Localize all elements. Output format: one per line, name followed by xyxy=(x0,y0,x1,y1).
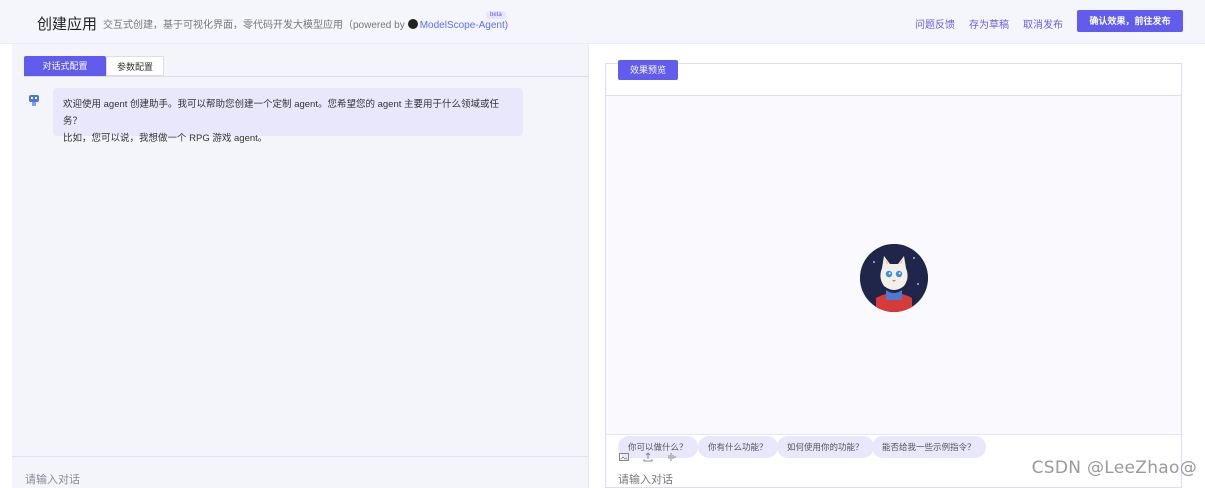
suggestion-chip[interactable]: 你有什么功能？ xyxy=(698,436,778,458)
preview-chat-input[interactable]: 请输入对话 xyxy=(618,471,673,487)
beta-badge: beta xyxy=(486,11,506,19)
preview-panel: 效果预览 你可以做什么？ 你有什么功能？ 如何使用你的功能？ 能否给我一些示例指… xyxy=(605,60,1182,488)
watermark-text: CSDN @LeeZhao@ xyxy=(1031,458,1197,478)
tab-divider xyxy=(24,76,589,77)
suggestion-chip[interactable]: 你可以做什么？ xyxy=(618,436,698,458)
input-divider xyxy=(12,456,589,457)
github-icon xyxy=(407,19,418,29)
cat-avatar-icon xyxy=(860,244,928,312)
file-upload-icon[interactable] xyxy=(643,452,653,462)
bot-avatar-icon xyxy=(29,95,39,106)
tools-divider xyxy=(606,434,1181,435)
audio-icon[interactable] xyxy=(666,452,676,462)
chat-input[interactable]: 请输入对话 xyxy=(25,471,80,487)
subtitle-text: 交互式创建，基于可视化界面，零代码开发大模型应用（powered by xyxy=(103,20,405,31)
tab-chat-config[interactable]: 对话式配置 xyxy=(24,56,106,76)
page-subtitle: 交互式创建，基于可视化界面，零代码开发大模型应用（powered by Model… xyxy=(103,16,508,31)
image-upload-icon[interactable] xyxy=(619,452,629,462)
config-panel: 对话式配置 参数配置 欢迎使用 agent 创建助手。我可以帮助您创建一个定制 … xyxy=(12,44,589,488)
modelscope-agent-link[interactable]: ModelScope-Agent) xyxy=(420,20,508,31)
publish-button[interactable]: 确认效果，前往发布 xyxy=(1077,10,1183,32)
suggestion-chip[interactable]: 如何使用你的功能？ xyxy=(777,436,874,458)
cancel-publish-link[interactable]: 取消发布 xyxy=(1023,16,1063,31)
preview-chat-area: 你可以做什么？ 你有什么功能？ 如何使用你的功能？ 能否给我一些示例指令？ xyxy=(606,96,1181,458)
tab-param-config[interactable]: 参数配置 xyxy=(106,56,164,76)
agent-avatar xyxy=(860,244,928,312)
message-line-1: 欢迎使用 agent 创建助手。我可以帮助您创建一个定制 agent。您希望您的… xyxy=(63,99,500,127)
assistant-message: 欢迎使用 agent 创建助手。我可以帮助您创建一个定制 agent。您希望您的… xyxy=(53,88,523,144)
suggestion-chip[interactable]: 能否给我一些示例指令？ xyxy=(872,436,986,458)
app-header: 创建应用 交互式创建，基于可视化界面，零代码开发大模型应用（powered by… xyxy=(0,0,1205,44)
save-draft-link[interactable]: 存为草稿 xyxy=(969,16,1009,31)
page-title: 创建应用 xyxy=(37,16,98,33)
feedback-link[interactable]: 问题反馈 xyxy=(915,16,955,31)
tab-preview[interactable]: 效果预览 xyxy=(618,60,678,80)
message-line-2: 比如，您可以说，我想做一个 RPG 游戏 agent。 xyxy=(63,133,268,144)
